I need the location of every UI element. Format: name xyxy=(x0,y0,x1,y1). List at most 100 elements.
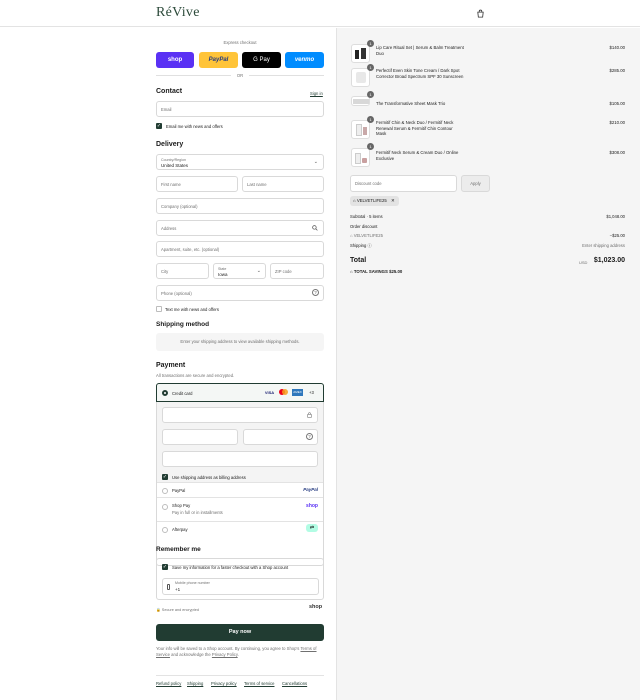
apply-button[interactable]: Apply xyxy=(461,175,490,192)
first-name-field[interactable]: First name xyxy=(156,176,238,192)
shop-pay-option[interactable]: Shop Pay Pay in full or in installments … xyxy=(157,497,323,521)
payment-options: Credit card VISA AMEX +3 ? ✓ Use shippin… xyxy=(156,383,324,566)
quantity-badge: 1 xyxy=(367,143,374,150)
email-news-checkbox[interactable]: ✓ xyxy=(156,123,162,129)
city-field[interactable]: City xyxy=(156,263,209,279)
security-code-field[interactable]: ? xyxy=(243,429,318,445)
email-news-label: Email me with news and offers xyxy=(166,124,223,129)
chevron-down-icon: ⌄ xyxy=(313,159,318,165)
email-placeholder: Email xyxy=(161,107,172,112)
company-field[interactable]: Company (optional) xyxy=(156,198,324,214)
venmo-button[interactable]: venmo xyxy=(285,52,324,68)
discount-code-field[interactable]: Discount code xyxy=(350,175,457,192)
billing-address-checkbox[interactable]: ✓ xyxy=(162,474,168,480)
afterpay-option[interactable]: Afterpay ⇄ xyxy=(157,521,323,535)
paypal-label: PayPal xyxy=(172,488,186,493)
help-icon[interactable]: ? xyxy=(306,433,313,440)
expiry-field[interactable] xyxy=(162,429,238,445)
header: RéVive xyxy=(0,0,640,27)
zip-placeholder: ZIP code xyxy=(275,269,292,274)
remember-me-box: ✓ Save my information for a faster check… xyxy=(156,558,324,600)
afterpay-radio[interactable] xyxy=(162,527,168,533)
more-cards-count: +3 xyxy=(309,390,314,395)
lock-icon xyxy=(307,412,312,418)
total-savings-label: TOTAL SAVINGS xyxy=(353,269,388,274)
credit-card-label: Credit card xyxy=(172,391,193,396)
quantity-badge: 1 xyxy=(367,64,374,71)
discount-tag-code: VELVETLIFE25 xyxy=(356,198,387,203)
quantity-badge: 1 xyxy=(367,40,374,47)
remove-discount-icon[interactable]: ✕ xyxy=(391,198,395,203)
shop-pay-label: Shop Pay xyxy=(172,503,191,508)
product-price: $140.00 xyxy=(609,45,625,50)
phone-placeholder: Phone (optional) xyxy=(161,291,192,296)
privacy-link[interactable]: Privacy Policy xyxy=(212,652,238,657)
order-discount-label: Order discount xyxy=(350,224,378,229)
paypal-logo: PayPal xyxy=(303,487,318,492)
save-info-checkbox[interactable]: ✓ xyxy=(162,564,168,570)
terms-of-service-link[interactable]: Terms of service xyxy=(244,681,274,686)
text-offers-checkbox[interactable] xyxy=(156,306,162,312)
last-name-field[interactable]: Last name xyxy=(242,176,324,192)
privacy-policy-link[interactable]: Privacy policy xyxy=(211,681,237,686)
sign-in-link[interactable]: Sign in xyxy=(310,91,323,96)
or-separator: OR xyxy=(236,73,244,78)
paypal-express-button[interactable]: PayPal xyxy=(199,52,238,68)
afterpay-icon: ⇄ xyxy=(306,524,318,532)
mobile-phone-value: +1 xyxy=(175,587,181,592)
shop-pay-radio[interactable] xyxy=(162,504,168,510)
remember-me-heading: Remember me xyxy=(156,546,201,553)
shop-pay-express-button[interactable]: shop xyxy=(156,52,194,68)
google-pay-button[interactable]: G Pay xyxy=(242,52,281,68)
phone-field[interactable]: Phone (optional) ? xyxy=(156,285,324,301)
cancellations-link[interactable]: Cancellations xyxy=(282,681,307,686)
product-thumbnail xyxy=(351,148,370,167)
express-checkout-title: Express checkout xyxy=(223,40,257,45)
country-select[interactable]: Country/Region United States ⌄ xyxy=(156,154,324,170)
payment-subtitle: All transactions are secure and encrypte… xyxy=(156,373,235,378)
zip-field[interactable]: ZIP code xyxy=(270,263,324,279)
paypal-radio[interactable] xyxy=(162,488,168,494)
credit-card-radio[interactable] xyxy=(162,390,168,396)
shipping-label: Shipping ⓘ xyxy=(350,243,372,248)
mobile-icon xyxy=(167,584,170,590)
country-label: Country/Region xyxy=(161,157,186,162)
mobile-phone-field[interactable]: Mobile phone number +1 xyxy=(162,578,319,595)
address-field[interactable]: Address xyxy=(156,220,324,236)
card-number-field[interactable] xyxy=(162,407,318,423)
credit-card-option[interactable]: Credit card VISA AMEX +3 xyxy=(156,383,324,402)
discount-tag: ⌂ VELVETLIFE25 ✕ xyxy=(350,196,399,206)
help-icon[interactable]: ⓘ xyxy=(367,243,371,248)
legal-and: and acknowledge the xyxy=(171,651,211,657)
subtotal-label: Subtotal · 5 items xyxy=(350,214,383,219)
secure-encrypted-text: 🔒 Secure and encrypted xyxy=(156,608,199,612)
brand-logo[interactable]: RéVive xyxy=(156,5,200,21)
text-offers-label: Text me with news and offers xyxy=(165,307,219,312)
product-thumbnail xyxy=(351,96,370,106)
apartment-field[interactable]: Apartment, suite, etc. (optional) xyxy=(156,241,324,257)
shipping-link[interactable]: Shipping xyxy=(187,681,203,686)
divider xyxy=(249,75,324,76)
checkout-page: RéVive Express checkout shop PayPal G Pa… xyxy=(0,0,640,700)
company-placeholder: Company (optional) xyxy=(161,204,198,209)
name-on-card-field[interactable] xyxy=(162,451,318,467)
total-savings: ⌂ TOTAL SAVINGS $25.00 xyxy=(350,269,402,274)
shipping-method-message: Enter your shipping address to view avai… xyxy=(156,333,324,351)
email-field[interactable]: Email xyxy=(156,101,324,117)
paypal-option[interactable]: PayPal PayPal xyxy=(157,482,323,497)
legal-intro: Your info will be saved to a Shop accoun… xyxy=(156,646,300,651)
apartment-placeholder: Apartment, suite, etc. (optional) xyxy=(161,247,220,252)
help-icon[interactable]: ? xyxy=(312,289,319,296)
product-thumbnail xyxy=(351,44,370,63)
contact-heading: Contact xyxy=(156,88,183,95)
state-select[interactable]: State Iowa ⌄ xyxy=(213,263,266,279)
last-name-placeholder: Last name xyxy=(247,182,267,187)
product-name: Fermitif Neck Serum & Cream Duo / Online… xyxy=(376,150,459,161)
search-icon xyxy=(312,225,318,231)
pay-now-button[interactable]: Pay now xyxy=(156,624,324,641)
order-summary: 1 Lip Care Ritual Set | Serum & Balm Tre… xyxy=(336,28,640,700)
chevron-down-icon: ⌄ xyxy=(256,268,261,274)
refund-policy-link[interactable]: Refund policy xyxy=(156,681,181,686)
shopping-bag-icon[interactable] xyxy=(476,9,485,18)
quantity-badge: 1 xyxy=(367,116,374,123)
